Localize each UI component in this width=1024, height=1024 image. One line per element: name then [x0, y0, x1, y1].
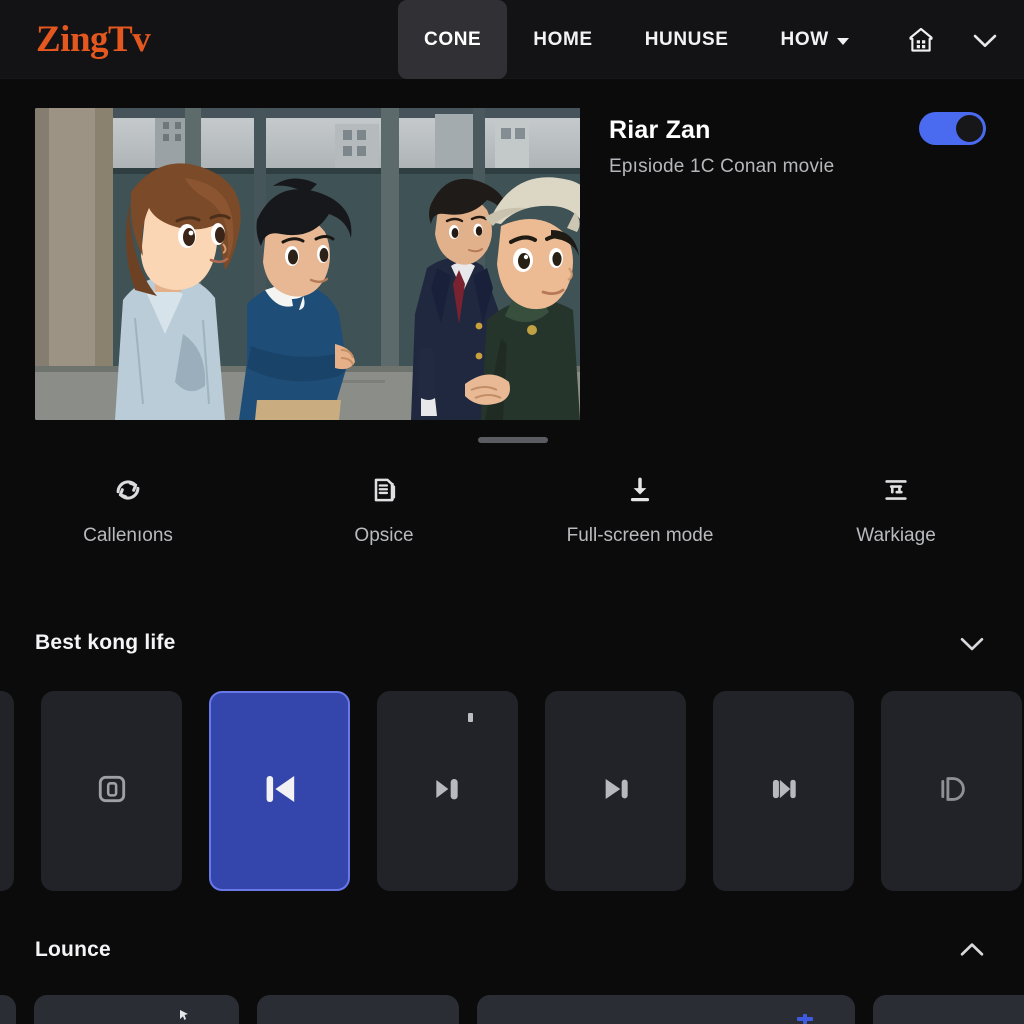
- app-root: ZingTv CONE HOME HUNUSE HOW Riar Zan Epı…: [0, 0, 1024, 1024]
- thumbnail-artwork: [35, 108, 580, 420]
- skip-next-icon: [765, 770, 803, 813]
- list-item[interactable]: [881, 691, 1022, 891]
- sync-rotate-icon: [111, 470, 145, 510]
- section-title: Lounce: [35, 938, 111, 961]
- header-icon-group: [906, 0, 1002, 79]
- list-item[interactable]: [0, 691, 14, 891]
- section-header-lounce: Lounce: [0, 930, 1024, 970]
- d-outline-icon: [933, 770, 971, 813]
- document-copy-icon: [368, 470, 400, 510]
- action-label: Warkiage: [856, 525, 936, 546]
- section-header-best-kong-life: Best kong life: [0, 623, 1024, 663]
- action-callenions[interactable]: Callenıons: [0, 462, 256, 546]
- video-thumbnail[interactable]: [35, 108, 580, 420]
- chevron-up-icon[interactable]: [955, 933, 989, 967]
- nav-item-hunuse[interactable]: HUNUSE: [619, 0, 755, 79]
- action-label: Opsice: [354, 525, 414, 546]
- list-item[interactable]: [477, 995, 855, 1024]
- list-item[interactable]: [873, 995, 1024, 1024]
- skip-previous-icon: [428, 769, 468, 814]
- nav-item-cone[interactable]: CONE: [398, 0, 508, 79]
- rounded-square-outline-icon: [93, 770, 131, 813]
- app-header: ZingTv CONE HOME HUNUSE HOW: [0, 0, 1024, 79]
- card-rail-lounce[interactable]: [0, 995, 1024, 1024]
- action-label: Callenıons: [83, 525, 173, 546]
- nav-item-label: HUNUSE: [644, 28, 729, 50]
- action-warkiage[interactable]: Warkiage: [768, 462, 1024, 546]
- section-title: Best kong life: [35, 631, 176, 654]
- glitch-dot-artifact: [468, 713, 473, 722]
- download-icon: [624, 470, 656, 510]
- nav-item-label: CONE: [424, 28, 482, 50]
- nav-item-home[interactable]: HOME: [507, 0, 618, 79]
- brand-logo[interactable]: ZingTv: [36, 21, 151, 58]
- action-fullscreen-mode[interactable]: Full-screen mode: [512, 462, 768, 546]
- nav-item-how[interactable]: HOW: [755, 0, 875, 79]
- chevron-down-icon[interactable]: [955, 626, 989, 660]
- chevron-down-icon[interactable]: [968, 23, 1002, 57]
- skip-back-icon: [257, 766, 303, 817]
- cursor-icon: [180, 1009, 189, 1020]
- nav-item-label: HOW: [780, 28, 829, 50]
- player-section: Riar Zan Epısiode 1C Conan movie: [0, 79, 1024, 420]
- action-row: Callenıons Opsice Full-screen mode Warki…: [0, 462, 1024, 546]
- list-item[interactable]: [257, 995, 459, 1024]
- list-item[interactable]: [377, 691, 518, 891]
- list-item[interactable]: [34, 995, 239, 1024]
- card-rail-best-kong-life[interactable]: [0, 691, 1024, 891]
- list-item[interactable]: [0, 995, 16, 1024]
- action-opsice[interactable]: Opsice: [256, 462, 512, 546]
- player-meta: Riar Zan Epısiode 1C Conan movie: [580, 108, 1024, 420]
- nav-item-label: HOME: [533, 28, 593, 50]
- blue-marker-icon: [797, 1011, 813, 1024]
- action-label: Full-screen mode: [566, 525, 714, 546]
- main-navigation: CONE HOME HUNUSE HOW: [398, 0, 875, 79]
- toggle-knob: [956, 115, 983, 142]
- list-item[interactable]: [41, 691, 182, 891]
- fit-height-icon: [880, 470, 912, 510]
- drag-handle[interactable]: [478, 437, 548, 443]
- player-subtitle: Epısiode 1C Conan movie: [609, 156, 835, 177]
- home-house-icon[interactable]: [906, 25, 936, 55]
- caret-down-icon: [836, 37, 849, 45]
- skip-forward-icon: [596, 769, 636, 814]
- list-item-active[interactable]: [209, 691, 350, 891]
- list-item[interactable]: [713, 691, 854, 891]
- list-item[interactable]: [545, 691, 686, 891]
- play-toggle[interactable]: [919, 112, 986, 145]
